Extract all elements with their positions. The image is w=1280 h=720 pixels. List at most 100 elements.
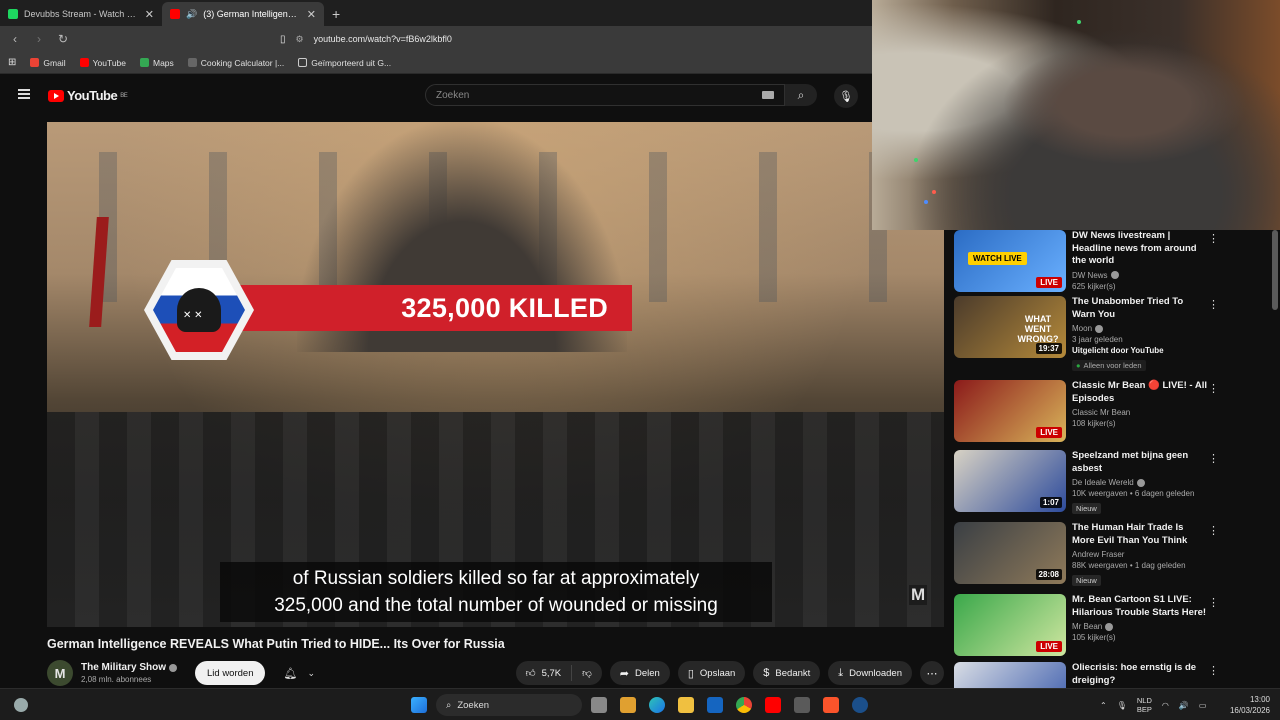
wifi-icon[interactable]: ◠ [1162, 701, 1169, 710]
tray-expand-icon[interactable]: ⌃ [1100, 701, 1107, 710]
recommendation-channel[interactable]: De Ideale Wereld [1072, 478, 1208, 487]
channel-name[interactable]: De Ideale Wereld [1072, 478, 1134, 487]
url-text[interactable]: youtube.com/watch?v=fB6w2lkbfl0 [314, 34, 452, 44]
widgets-icon[interactable] [14, 698, 28, 712]
youtube-logo[interactable]: YouTube BE [48, 88, 128, 103]
dislike-button[interactable]: 👎︎ [572, 667, 602, 679]
recommendation-title[interactable]: Speelzand met bijna geen asbest [1072, 450, 1208, 475]
subscription-bell-button[interactable]: 🔔︎ ⌄ [275, 661, 323, 685]
store-icon[interactable] [620, 697, 636, 713]
channel-watermark[interactable]: M [909, 585, 928, 605]
clock[interactable]: 13:00 16/03/2026 [1230, 694, 1270, 716]
video-player[interactable]: 325,000 KILLED of Russian soldiers kille… [47, 122, 944, 627]
windows-start-icon[interactable] [411, 697, 427, 713]
recommendation-item[interactable]: WHAT WENT WRONG? 19:37 The Unabomber Tri… [954, 296, 1264, 378]
more-vert-icon[interactable]: ⋮ [1208, 596, 1219, 609]
volume-icon[interactable]: 🔊 [1179, 701, 1189, 710]
battery-icon[interactable]: ▭ [1199, 701, 1207, 710]
recommendation-title[interactable]: Mr. Bean Cartoon S1 LIVE: Hilarious Trou… [1072, 594, 1208, 619]
brave-icon[interactable] [823, 697, 839, 713]
recommendation-channel[interactable]: Andrew Fraser [1072, 550, 1208, 559]
file-explorer-icon[interactable] [678, 697, 694, 713]
bookmark-icon[interactable]: ▯ [280, 34, 286, 45]
recommendation-title[interactable]: Oliecrisis: hoe ernstig is de dreiging? [1072, 662, 1208, 687]
address-bar[interactable]: ▯ ⚙ youtube.com/watch?v=fB6w2lkbfl0 [280, 34, 452, 45]
close-tab-icon[interactable]: ✕ [307, 8, 316, 21]
sidebar-scrollbar[interactable] [1272, 230, 1278, 310]
more-vert-icon[interactable]: ⋮ [1208, 452, 1219, 465]
video-thumbnail[interactable] [954, 662, 1066, 688]
tab-devubbs[interactable]: Devubbs Stream - Watch Live on ✕ [0, 2, 162, 26]
recommendation-item[interactable]: 1:07 Speelzand met bijna geen asbest De … [954, 450, 1264, 516]
site-info-icon[interactable]: ⚙ [296, 34, 304, 45]
bookmark-maps[interactable]: Maps [140, 58, 174, 68]
back-icon[interactable]: ‹ [8, 32, 22, 46]
outlook-icon[interactable] [707, 697, 723, 713]
like-button[interactable]: 👍︎ 5,7K [516, 665, 573, 681]
thanks-button[interactable]: $ Bedankt [753, 661, 821, 685]
youtube-app-icon[interactable] [765, 697, 781, 713]
voice-search-button[interactable]: 🎙 [834, 84, 858, 108]
forward-icon[interactable]: › [32, 32, 46, 46]
more-vert-icon[interactable]: ⋮ [1208, 298, 1219, 311]
channel-name-row[interactable]: The Military Show [81, 662, 185, 673]
steam-icon[interactable] [852, 697, 868, 713]
reload-icon[interactable]: ↻ [56, 32, 70, 46]
recommendation-item[interactable]: LIVE Mr. Bean Cartoon S1 LIVE: Hilarious… [954, 594, 1264, 660]
keyboard-icon[interactable] [762, 91, 774, 99]
video-thumbnail[interactable]: WHAT WENT WRONG? 19:37 [954, 296, 1066, 358]
search-input[interactable]: Zoeken [425, 84, 785, 106]
channel-avatar[interactable]: M [47, 660, 73, 686]
bookmark-cooking[interactable]: Cooking Calculator |... [187, 58, 284, 68]
channel-name[interactable]: Mr Bean [1072, 622, 1102, 631]
recommendation-item[interactable]: 28:08 The Human Hair Trade Is More Evil … [954, 522, 1264, 588]
more-vert-icon[interactable]: ⋮ [1208, 664, 1219, 677]
more-actions-button[interactable]: ⋯ [920, 661, 944, 685]
video-thumbnail[interactable]: 1:07 [954, 450, 1066, 512]
calculator-icon[interactable] [794, 697, 810, 713]
chrome-icon[interactable] [736, 697, 752, 713]
language-indicator[interactable]: NLD BEP [1137, 696, 1152, 714]
video-thumbnail[interactable]: WATCH LIVE LIVE [954, 230, 1066, 292]
channel-name[interactable]: Moon [1072, 324, 1092, 333]
tab-youtube[interactable]: 🔊 (3) German Intelligence REVE ✕ [162, 2, 324, 26]
join-button[interactable]: Lid worden [195, 661, 266, 685]
taskbar-search[interactable]: ⌕ Zoeken [436, 694, 582, 716]
download-button[interactable]: ⤓ Downloaden [828, 661, 912, 685]
speaker-icon[interactable]: 🔊 [186, 9, 197, 20]
recommendation-channel[interactable]: Moon [1072, 324, 1208, 333]
recommendation-item[interactable]: LIVE Classic Mr Bean 🔴 LIVE! - All Episo… [954, 380, 1264, 446]
search-button[interactable]: ⌕ [785, 84, 817, 106]
save-button[interactable]: ▯ Opslaan [677, 661, 746, 685]
bookmark-youtube[interactable]: YouTube [79, 58, 126, 68]
recommendation-item[interactable]: WATCH LIVE LIVE DW News livestream | Hea… [954, 230, 1264, 296]
more-vert-icon[interactable]: ⋮ [1208, 382, 1219, 395]
channel-name[interactable]: The Military Show [81, 662, 166, 673]
more-vert-icon[interactable]: ⋮ [1208, 524, 1219, 537]
video-thumbnail[interactable]: LIVE [954, 594, 1066, 656]
share-button[interactable]: ➦ Delen [609, 661, 670, 685]
recommendation-title[interactable]: The Unabomber Tried To Warn You [1072, 296, 1208, 321]
channel-name[interactable]: DW News [1072, 271, 1108, 280]
edge-icon[interactable] [649, 697, 665, 713]
close-tab-icon[interactable]: ✕ [145, 8, 154, 21]
recommendation-title[interactable]: Classic Mr Bean 🔴 LIVE! - All Episodes [1072, 380, 1208, 405]
more-vert-icon[interactable]: ⋮ [1208, 232, 1219, 245]
microphone-icon[interactable]: 🎙 [1117, 701, 1127, 710]
recommendation-channel[interactable]: DW News [1072, 271, 1208, 280]
new-tab-button[interactable]: + [324, 2, 348, 26]
channel-name[interactable]: Andrew Fraser [1072, 550, 1124, 559]
channel-name[interactable]: Classic Mr Bean [1072, 408, 1130, 417]
menu-icon[interactable] [18, 89, 30, 99]
task-view-icon[interactable] [591, 697, 607, 713]
recommendation-channel[interactable]: Mr Bean [1072, 622, 1208, 631]
recommendation-channel[interactable]: Classic Mr Bean [1072, 408, 1208, 417]
recommendation-title[interactable]: The Human Hair Trade Is More Evil Than Y… [1072, 522, 1208, 547]
apps-icon[interactable]: ⊞ [8, 57, 16, 68]
recommendation-item[interactable]: Oliecrisis: hoe ernstig is de dreiging? … [954, 662, 1264, 688]
video-thumbnail[interactable]: LIVE [954, 380, 1066, 442]
bookmark-imported-folder[interactable]: Geïmporteerd uit G... [298, 58, 391, 68]
bookmark-gmail[interactable]: Gmail [30, 58, 66, 68]
video-thumbnail[interactable]: 28:08 [954, 522, 1066, 584]
recommendation-title[interactable]: DW News livestream | Headline news from … [1072, 230, 1208, 268]
